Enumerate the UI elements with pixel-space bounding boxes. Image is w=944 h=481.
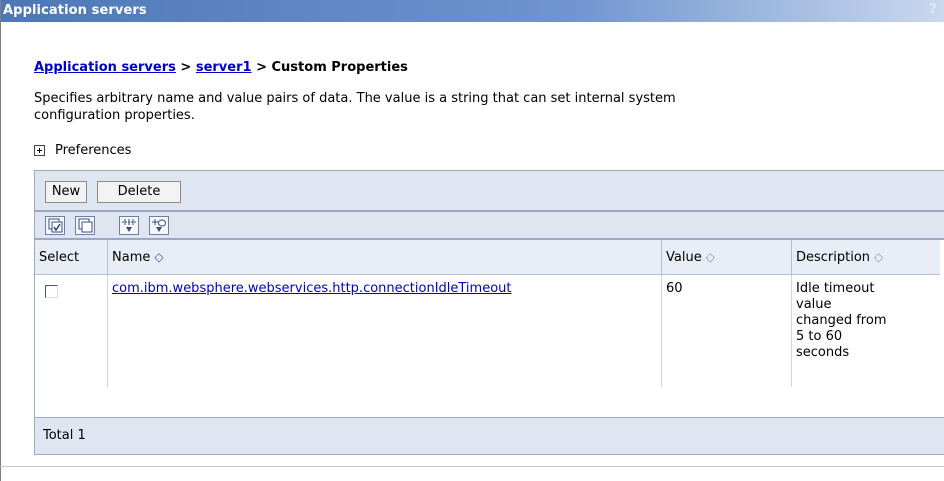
breadcrumb-current-page: Custom Properties — [271, 60, 408, 75]
sort-icon[interactable]: ◇ — [706, 250, 715, 264]
description-header-label: Description — [796, 249, 871, 265]
title-bar: Application servers ? — [1, 0, 944, 22]
properties-table: Select Name ◇ Value ◇ Description ◇ com.… — [35, 240, 940, 387]
value-header-label: Value — [666, 249, 702, 265]
row-select-checkbox[interactable] — [45, 285, 58, 298]
column-header-select: Select — [35, 240, 108, 275]
description-line-1: Specifies arbitrary name and value pairs… — [34, 91, 676, 106]
select-cell — [35, 274, 108, 387]
table-row: com.ibm.websphere.webservices.http.conne… — [35, 274, 941, 387]
icon-toolbar — [35, 212, 944, 240]
column-header-name[interactable]: Name ◇ — [107, 240, 662, 275]
description-line: 5 to 60 — [796, 329, 843, 344]
select-header-label: Select — [39, 249, 80, 265]
breadcrumb: Application servers > server1 > Custom P… — [34, 60, 408, 75]
description-line: value — [796, 297, 832, 312]
breadcrumb-separator: > — [256, 60, 267, 75]
description-line: Idle timeout — [796, 281, 875, 296]
custom-properties-panel: New Delete Select Name ◇ Value ◇ Descrip… — [34, 170, 944, 455]
value-cell: 60 — [661, 274, 792, 387]
divider — [0, 466, 944, 467]
table-header-row: Select Name ◇ Value ◇ Description ◇ — [35, 240, 940, 275]
name-header-label: Name — [112, 249, 151, 265]
help-icon[interactable]: ? — [926, 2, 940, 18]
preferences-toggle[interactable]: Preferences — [34, 143, 131, 158]
breadcrumb-separator: > — [180, 60, 192, 75]
page-description: Specifies arbitrary name and value pairs… — [34, 90, 944, 124]
deselect-all-icon[interactable] — [75, 216, 95, 235]
description-line: changed from — [796, 313, 887, 328]
table-footer: Total 1 — [35, 417, 944, 455]
column-header-description[interactable]: Description ◇ — [791, 240, 940, 275]
new-button[interactable]: New — [45, 181, 87, 203]
description-cell: Idle timeout value changed from 5 to 60 … — [792, 275, 941, 387]
clear-filter-icon[interactable] — [149, 216, 169, 235]
name-cell: com.ibm.websphere.webservices.http.conne… — [107, 274, 662, 387]
property-name-link[interactable]: com.ibm.websphere.webservices.http.conne… — [112, 281, 512, 296]
breadcrumb-link-server1[interactable]: server1 — [196, 60, 252, 75]
window-title: Application servers — [3, 3, 147, 18]
total-count: Total 1 — [43, 428, 86, 443]
sort-icon[interactable]: ◇ — [154, 250, 163, 264]
show-filter-icon[interactable] — [119, 216, 139, 235]
select-all-icon[interactable] — [45, 216, 65, 235]
delete-button[interactable]: Delete — [97, 181, 181, 203]
sort-icon[interactable]: ◇ — [874, 250, 883, 264]
preferences-label: Preferences — [55, 143, 132, 158]
column-header-value[interactable]: Value ◇ — [661, 240, 792, 275]
description-line: seconds — [796, 345, 850, 360]
expand-plus-icon[interactable] — [34, 145, 45, 156]
breadcrumb-link-application-servers[interactable]: Application servers — [34, 60, 176, 75]
description-line-2: configuration properties. — [34, 108, 195, 123]
button-toolbar: New Delete — [35, 170, 944, 212]
